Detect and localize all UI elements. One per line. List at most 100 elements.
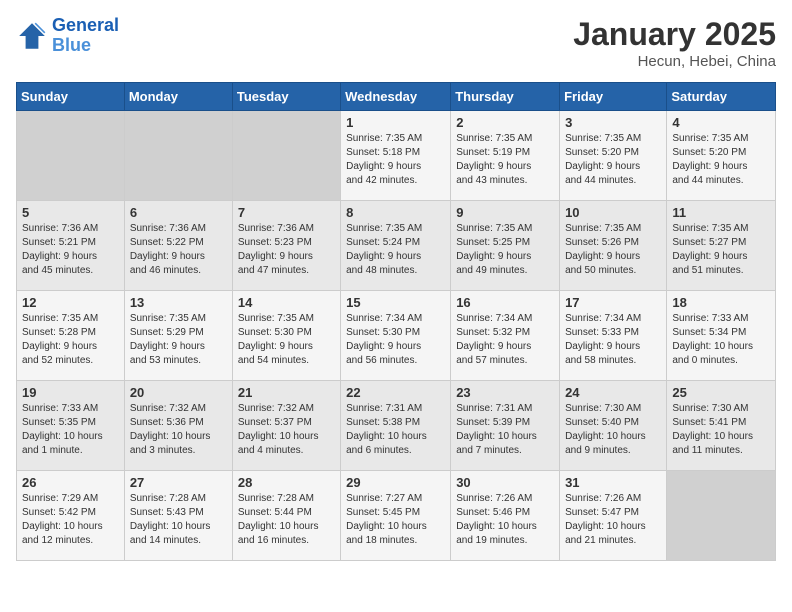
calendar-cell: 27 Sunrise: 7:28 AM Sunset: 5:43 PM Dayli… bbox=[124, 471, 232, 561]
title-area: January 2025 Hecun, Hebei, China bbox=[573, 16, 776, 70]
day-number: 30 bbox=[456, 475, 554, 490]
day-number: 20 bbox=[130, 385, 227, 400]
calendar-cell: 26 Sunrise: 7:29 AM Sunset: 5:42 PM Dayli… bbox=[17, 471, 125, 561]
weekday-header-wednesday: Wednesday bbox=[341, 83, 451, 111]
calendar-cell: 3 Sunrise: 7:35 AM Sunset: 5:20 PM Daylig… bbox=[560, 111, 667, 201]
weekday-header-tuesday: Tuesday bbox=[232, 83, 340, 111]
calendar-cell: 4Sunrise: 7:35 AM Sunset: 5:20 PM Daylig… bbox=[667, 111, 776, 201]
location-subtitle: Hecun, Hebei, China bbox=[573, 53, 776, 70]
day-info: Sunrise: 7:35 AM Sunset: 5:28 PM Dayligh… bbox=[22, 312, 119, 368]
calendar-cell: 7 Sunrise: 7:36 AM Sunset: 5:23 PM Daylig… bbox=[232, 201, 340, 291]
day-number: 16 bbox=[456, 295, 554, 310]
calendar-cell: 22 Sunrise: 7:31 AM Sunset: 5:38 PM Dayli… bbox=[341, 381, 451, 471]
calendar-cell: 21Sunrise: 7:32 AM Sunset: 5:37 PM Dayli… bbox=[232, 381, 340, 471]
calendar-cell: 11Sunrise: 7:35 AM Sunset: 5:27 PM Dayli… bbox=[667, 201, 776, 291]
calendar-week-2: 5Sunrise: 7:36 AM Sunset: 5:21 PM Daylig… bbox=[17, 201, 776, 291]
day-info: Sunrise: 7:28 AM Sunset: 5:43 PM Dayligh… bbox=[130, 492, 227, 548]
calendar-cell bbox=[124, 111, 232, 201]
day-info: Sunrise: 7:35 AM Sunset: 5:18 PM Dayligh… bbox=[346, 132, 445, 188]
calendar-body: 1Sunrise: 7:35 AM Sunset: 5:18 PM Daylig… bbox=[17, 111, 776, 561]
day-number: 29 bbox=[346, 475, 445, 490]
calendar-cell: 24 Sunrise: 7:30 AM Sunset: 5:40 PM Dayli… bbox=[560, 381, 667, 471]
weekday-header-monday: Monday bbox=[124, 83, 232, 111]
day-number: 2 bbox=[456, 115, 554, 130]
calendar-cell: 5Sunrise: 7:36 AM Sunset: 5:21 PM Daylig… bbox=[17, 201, 125, 291]
day-number: 27 bbox=[130, 475, 227, 490]
day-info: Sunrise: 7:35 AM Sunset: 5:20 PM Dayligh… bbox=[565, 132, 661, 188]
day-number: 13 bbox=[130, 295, 227, 310]
month-title: January 2025 bbox=[573, 16, 776, 53]
day-number: 21 bbox=[238, 385, 335, 400]
day-number: 12 bbox=[22, 295, 119, 310]
day-info: Sunrise: 7:30 AM Sunset: 5:41 PM Dayligh… bbox=[672, 402, 770, 458]
logo-icon bbox=[16, 20, 48, 52]
day-info: Sunrise: 7:35 AM Sunset: 5:19 PM Dayligh… bbox=[456, 132, 554, 188]
calendar-cell: 13Sunrise: 7:35 AM Sunset: 5:29 PM Dayli… bbox=[124, 291, 232, 381]
day-number: 28 bbox=[238, 475, 335, 490]
calendar-cell: 31 Sunrise: 7:26 AM Sunset: 5:47 PM Dayli… bbox=[560, 471, 667, 561]
calendar-cell: 17Sunrise: 7:34 AM Sunset: 5:33 PM Dayli… bbox=[560, 291, 667, 381]
day-number: 14 bbox=[238, 295, 335, 310]
calendar-cell: 14 Sunrise: 7:35 AM Sunset: 5:30 PM Dayli… bbox=[232, 291, 340, 381]
calendar-cell: 30 Sunrise: 7:26 AM Sunset: 5:46 PM Dayli… bbox=[451, 471, 560, 561]
weekday-header-saturday: Saturday bbox=[667, 83, 776, 111]
calendar-week-4: 19 Sunrise: 7:33 AM Sunset: 5:35 PM Dayli… bbox=[17, 381, 776, 471]
day-number: 7 bbox=[238, 205, 335, 220]
day-number: 24 bbox=[565, 385, 661, 400]
day-info: Sunrise: 7:31 AM Sunset: 5:39 PM Dayligh… bbox=[456, 402, 554, 458]
calendar-cell: 9 Sunrise: 7:35 AM Sunset: 5:25 PM Daylig… bbox=[451, 201, 560, 291]
calendar-cell: 12 Sunrise: 7:35 AM Sunset: 5:28 PM Dayli… bbox=[17, 291, 125, 381]
calendar-cell: 1Sunrise: 7:35 AM Sunset: 5:18 PM Daylig… bbox=[341, 111, 451, 201]
calendar-cell: 15 Sunrise: 7:34 AM Sunset: 5:30 PM Dayli… bbox=[341, 291, 451, 381]
calendar-cell: 8Sunrise: 7:35 AM Sunset: 5:24 PM Daylig… bbox=[341, 201, 451, 291]
calendar-cell: 25 Sunrise: 7:30 AM Sunset: 5:41 PM Dayli… bbox=[667, 381, 776, 471]
calendar-header: SundayMondayTuesdayWednesdayThursdayFrid… bbox=[17, 83, 776, 111]
calendar-table: SundayMondayTuesdayWednesdayThursdayFrid… bbox=[16, 82, 776, 561]
calendar-week-1: 1Sunrise: 7:35 AM Sunset: 5:18 PM Daylig… bbox=[17, 111, 776, 201]
calendar-cell: 16 Sunrise: 7:34 AM Sunset: 5:32 PM Dayli… bbox=[451, 291, 560, 381]
calendar-cell: 6Sunrise: 7:36 AM Sunset: 5:22 PM Daylig… bbox=[124, 201, 232, 291]
calendar-cell bbox=[232, 111, 340, 201]
calendar-cell: 23 Sunrise: 7:31 AM Sunset: 5:39 PM Dayli… bbox=[451, 381, 560, 471]
day-info: Sunrise: 7:30 AM Sunset: 5:40 PM Dayligh… bbox=[565, 402, 661, 458]
day-info: Sunrise: 7:36 AM Sunset: 5:23 PM Dayligh… bbox=[238, 222, 335, 278]
calendar-cell: 20Sunrise: 7:32 AM Sunset: 5:36 PM Dayli… bbox=[124, 381, 232, 471]
day-number: 19 bbox=[22, 385, 119, 400]
day-info: Sunrise: 7:34 AM Sunset: 5:33 PM Dayligh… bbox=[565, 312, 661, 368]
day-info: Sunrise: 7:26 AM Sunset: 5:47 PM Dayligh… bbox=[565, 492, 661, 548]
day-number: 9 bbox=[456, 205, 554, 220]
day-info: Sunrise: 7:36 AM Sunset: 5:21 PM Dayligh… bbox=[22, 222, 119, 278]
day-info: Sunrise: 7:28 AM Sunset: 5:44 PM Dayligh… bbox=[238, 492, 335, 548]
day-info: Sunrise: 7:34 AM Sunset: 5:30 PM Dayligh… bbox=[346, 312, 445, 368]
day-info: Sunrise: 7:34 AM Sunset: 5:32 PM Dayligh… bbox=[456, 312, 554, 368]
day-info: Sunrise: 7:35 AM Sunset: 5:25 PM Dayligh… bbox=[456, 222, 554, 278]
weekday-header-thursday: Thursday bbox=[451, 83, 560, 111]
day-info: Sunrise: 7:35 AM Sunset: 5:27 PM Dayligh… bbox=[672, 222, 770, 278]
day-number: 15 bbox=[346, 295, 445, 310]
day-info: Sunrise: 7:27 AM Sunset: 5:45 PM Dayligh… bbox=[346, 492, 445, 548]
calendar-cell: 29 Sunrise: 7:27 AM Sunset: 5:45 PM Dayli… bbox=[341, 471, 451, 561]
day-info: Sunrise: 7:29 AM Sunset: 5:42 PM Dayligh… bbox=[22, 492, 119, 548]
calendar-cell: 18Sunrise: 7:33 AM Sunset: 5:34 PM Dayli… bbox=[667, 291, 776, 381]
day-number: 31 bbox=[565, 475, 661, 490]
calendar-cell: 28 Sunrise: 7:28 AM Sunset: 5:44 PM Dayli… bbox=[232, 471, 340, 561]
day-info: Sunrise: 7:31 AM Sunset: 5:38 PM Dayligh… bbox=[346, 402, 445, 458]
logo-text: General Blue bbox=[52, 16, 119, 56]
day-info: Sunrise: 7:33 AM Sunset: 5:35 PM Dayligh… bbox=[22, 402, 119, 458]
day-info: Sunrise: 7:35 AM Sunset: 5:30 PM Dayligh… bbox=[238, 312, 335, 368]
calendar-cell: 10 Sunrise: 7:35 AM Sunset: 5:26 PM Dayli… bbox=[560, 201, 667, 291]
day-info: Sunrise: 7:35 AM Sunset: 5:26 PM Dayligh… bbox=[565, 222, 661, 278]
day-number: 23 bbox=[456, 385, 554, 400]
day-number: 8 bbox=[346, 205, 445, 220]
calendar-week-3: 12 Sunrise: 7:35 AM Sunset: 5:28 PM Dayli… bbox=[17, 291, 776, 381]
day-number: 10 bbox=[565, 205, 661, 220]
day-number: 22 bbox=[346, 385, 445, 400]
day-number: 26 bbox=[22, 475, 119, 490]
day-number: 3 bbox=[565, 115, 661, 130]
weekday-header-row: SundayMondayTuesdayWednesdayThursdayFrid… bbox=[17, 83, 776, 111]
weekday-header-sunday: Sunday bbox=[17, 83, 125, 111]
day-number: 25 bbox=[672, 385, 770, 400]
calendar-week-5: 26 Sunrise: 7:29 AM Sunset: 5:42 PM Dayli… bbox=[17, 471, 776, 561]
page-header: General Blue January 2025 Hecun, Hebei, … bbox=[16, 16, 776, 70]
day-info: Sunrise: 7:26 AM Sunset: 5:46 PM Dayligh… bbox=[456, 492, 554, 548]
